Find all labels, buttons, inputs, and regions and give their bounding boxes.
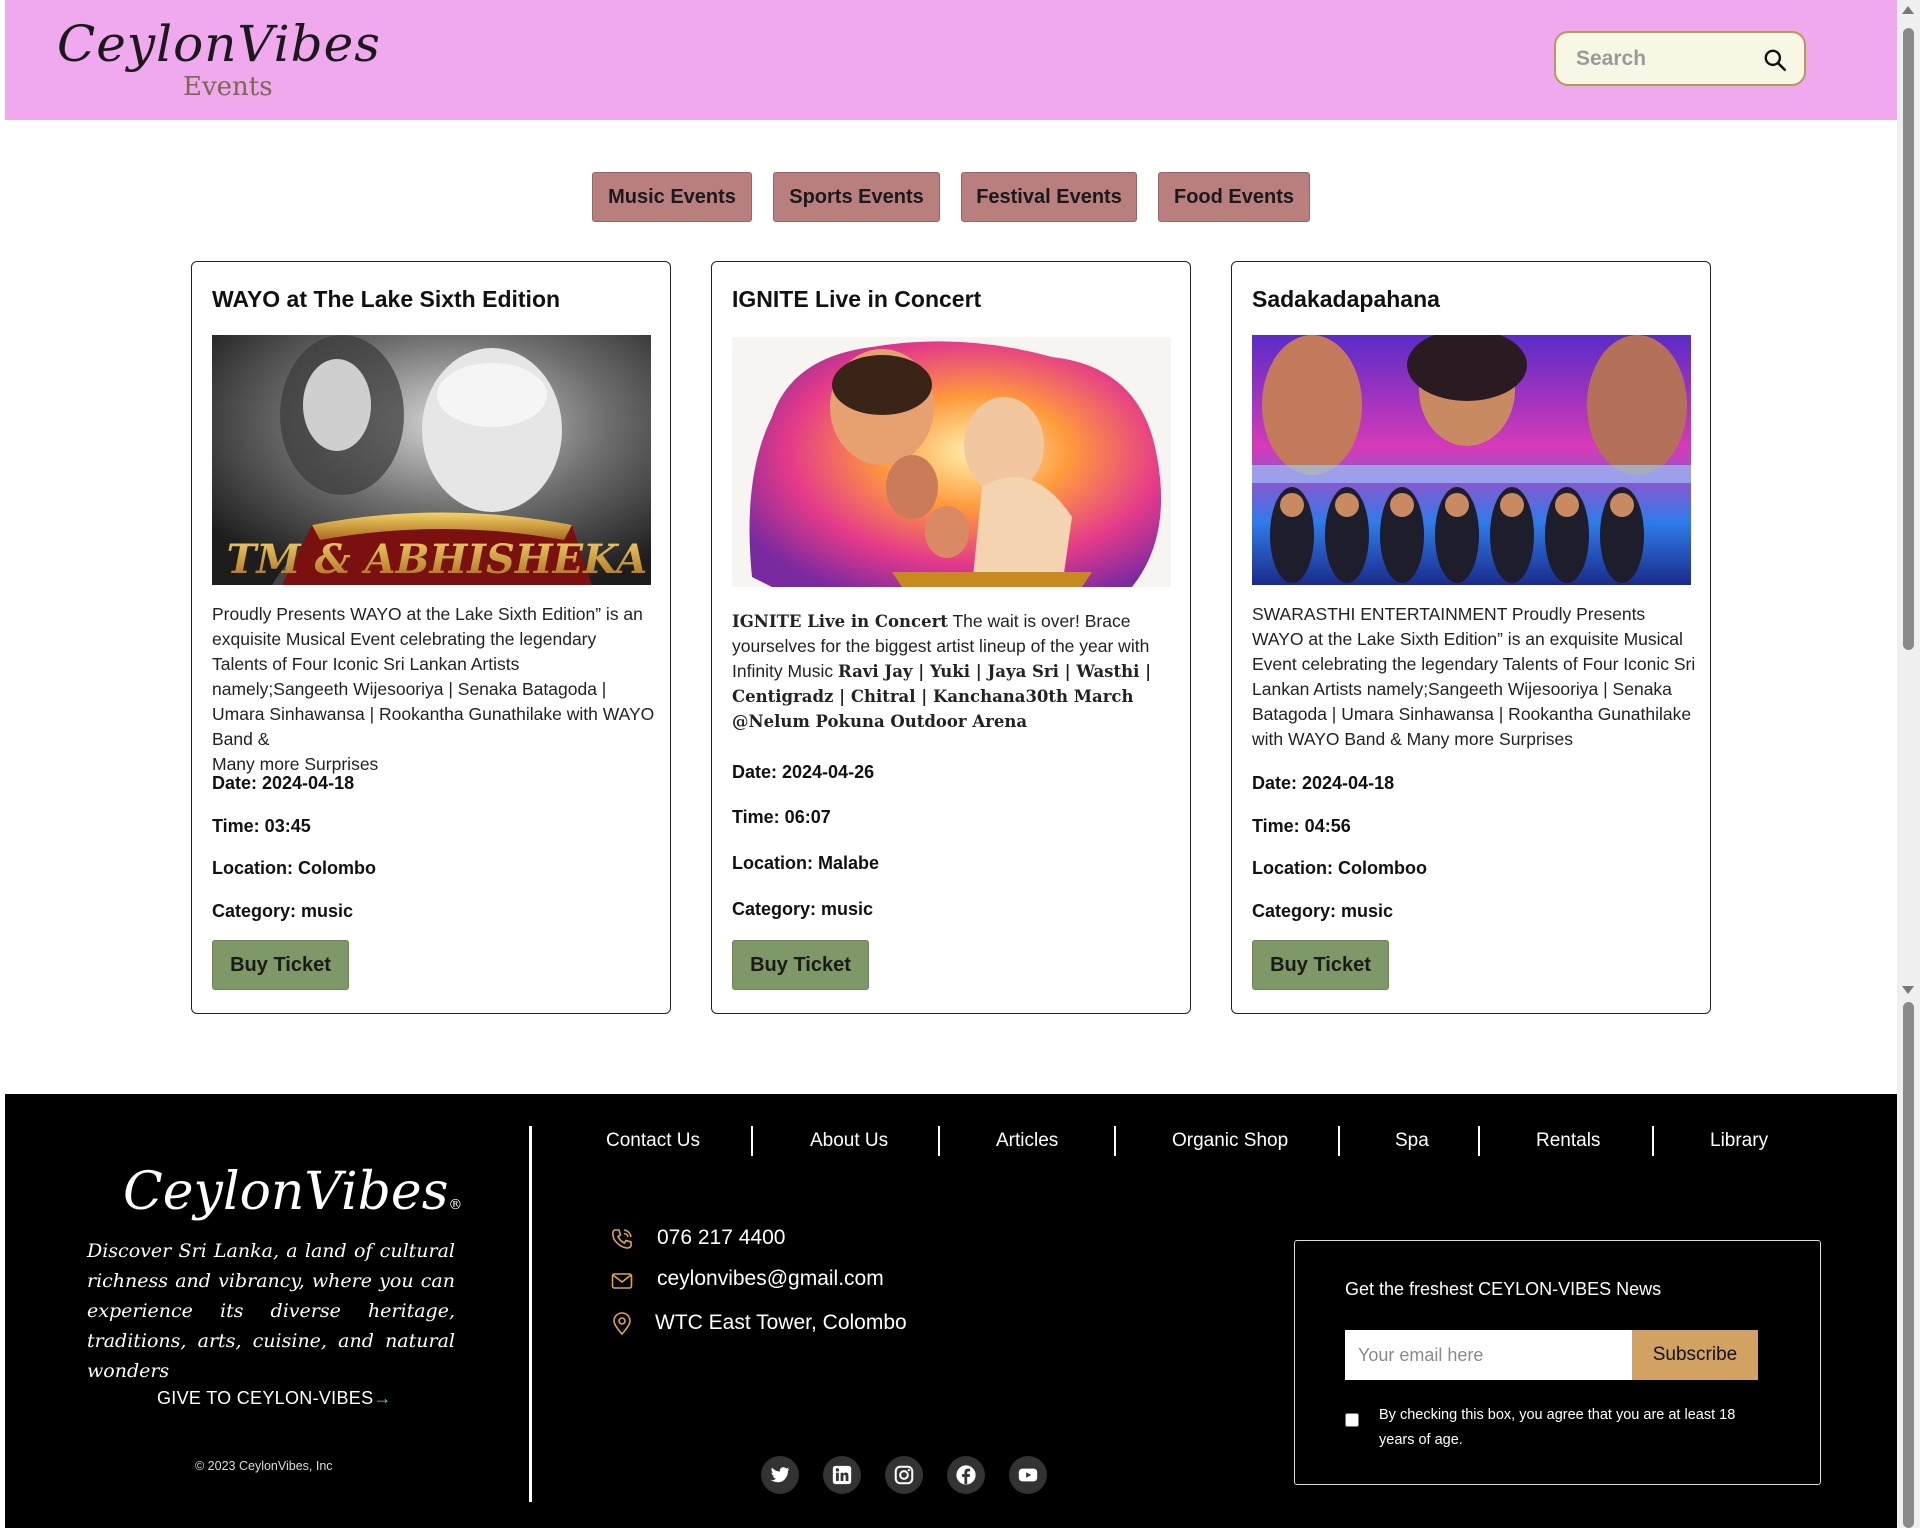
nav-separator <box>1114 1126 1116 1156</box>
event-category: Category: music <box>732 899 874 919</box>
twitter-icon[interactable] <box>761 1456 799 1494</box>
youtube-icon[interactable] <box>1009 1456 1047 1494</box>
event-card: Sadakadapahana SWARASTHI ENTERTAINMENT P… <box>1231 261 1711 1014</box>
event-description-text: Proudly Presents WAYO at the Lake Sixth … <box>212 604 655 749</box>
buy-ticket-button[interactable]: Buy Ticket <box>212 940 349 990</box>
event-card: WAYO at The Lake Sixth Edition TM & ABHI… <box>191 261 671 1014</box>
age-consent-label: By checking this box, you agree that you… <box>1379 1407 1736 1448</box>
event-description: IGNITE Live in Concert The wait is over!… <box>732 609 1176 734</box>
arrow-right-icon: → <box>373 1388 392 1408</box>
newsletter-email-input[interactable] <box>1345 1330 1632 1380</box>
event-poster-image <box>1252 335 1691 585</box>
brand-subtitle: Events <box>183 72 273 102</box>
mail-icon <box>611 1273 633 1289</box>
event-title: IGNITE Live in Concert <box>732 286 982 312</box>
nav-separator <box>1338 1126 1340 1156</box>
footer-nav-spa[interactable]: Spa <box>1395 1130 1429 1152</box>
subscribe-button[interactable]: Subscribe <box>1632 1330 1758 1380</box>
food-events-button[interactable]: Food Events <box>1158 172 1310 222</box>
event-date: Date: 2024-04-26 <box>732 762 875 782</box>
search-box <box>1554 31 1806 86</box>
footer-brand-name: CeylonVibes <box>123 1162 449 1222</box>
site-header: CeylonVibes Events <box>5 0 1897 120</box>
event-description: SWARASTHI ENTERTAINMENT Proudly Presents… <box>1252 604 1696 749</box>
footer-nav-articles[interactable]: Articles <box>996 1130 1058 1152</box>
brand-name: CeylonVibes <box>57 15 381 73</box>
facebook-icon[interactable] <box>947 1456 985 1494</box>
site-footer: CeylonVibes® Discover Sri Lanka, a land … <box>5 1094 1897 1528</box>
instagram-icon[interactable] <box>885 1456 923 1494</box>
contact-phone[interactable]: 076 217 4400 <box>657 1226 785 1250</box>
scroll-thumb-lower[interactable] <box>1903 1002 1914 1528</box>
location-pin-icon <box>613 1312 631 1336</box>
music-events-button[interactable]: Music Events <box>592 172 752 222</box>
footer-nav-rentals[interactable]: Rentals <box>1536 1130 1600 1152</box>
event-time: Time: 06:07 <box>732 807 831 827</box>
sports-events-button[interactable]: Sports Events <box>773 172 940 222</box>
footer-nav-library[interactable]: Library <box>1710 1130 1768 1152</box>
buy-ticket-button[interactable]: Buy Ticket <box>1252 940 1389 990</box>
brand-logo[interactable]: CeylonVibes Events <box>57 14 381 102</box>
contact-address: WTC East Tower, Colombo <box>655 1311 907 1334</box>
registered-mark: ® <box>448 1197 463 1213</box>
event-poster-image: TM & ABHISHEKA <box>212 335 651 585</box>
copyright: © 2023 CeylonVibes, Inc <box>195 1459 333 1473</box>
scroll-thumb[interactable] <box>1903 28 1914 650</box>
event-description: Proudly Presents WAYO at the Lake Sixth … <box>212 602 656 777</box>
event-card: IGNITE Live in Concert IGNITE Live in Co… <box>711 261 1191 1014</box>
footer-nav-organic-shop[interactable]: Organic Shop <box>1172 1130 1288 1152</box>
scroll-up-arrow-icon[interactable] <box>1902 6 1914 14</box>
footer-brand-logo[interactable]: CeylonVibes® <box>123 1162 462 1222</box>
give-link-label: GIVE TO CEYLON-VIBES <box>157 1388 374 1408</box>
nav-separator <box>1478 1126 1480 1156</box>
nav-separator <box>1652 1126 1654 1156</box>
nav-separator <box>938 1126 940 1156</box>
event-location: Location: Colomboo <box>1252 858 1427 878</box>
event-description-tail: Many more Surprises <box>212 754 379 774</box>
newsletter-title: Get the freshest CEYLON-VIBES News <box>1345 1279 1662 1299</box>
phone-icon <box>612 1229 632 1249</box>
event-description-lead-bold: IGNITE Live in Concert <box>732 612 948 631</box>
linkedin-icon[interactable] <box>823 1456 861 1494</box>
event-category: Category: music <box>212 901 354 921</box>
event-location: Location: Malabe <box>732 853 880 873</box>
event-date: Date: 2024-04-18 <box>1252 773 1395 793</box>
give-link[interactable]: GIVE TO CEYLON-VIBES→ <box>157 1388 392 1409</box>
buy-ticket-button[interactable]: Buy Ticket <box>732 940 869 990</box>
search-icon[interactable] <box>1762 47 1788 73</box>
footer-nav-contact[interactable]: Contact Us <box>606 1130 700 1152</box>
event-category: Category: music <box>1252 901 1394 921</box>
nav-separator <box>751 1126 753 1156</box>
event-poster-image <box>732 337 1171 587</box>
contact-email[interactable]: ceylonvibes@gmail.com <box>657 1267 884 1291</box>
event-location: Location: Colombo <box>212 858 376 878</box>
age-consent-checkbox[interactable] <box>1345 1413 1359 1427</box>
footer-nav-about[interactable]: About Us <box>810 1130 888 1152</box>
festival-events-button[interactable]: Festival Events <box>961 172 1137 222</box>
footer-tagline: Discover Sri Lanka, a land of cultural r… <box>87 1240 455 1382</box>
page-scrollbar[interactable] <box>1897 0 1920 1528</box>
event-date: Date: 2024-04-18 <box>212 773 355 793</box>
scroll-down-arrow-icon[interactable] <box>1902 986 1914 994</box>
search-input[interactable] <box>1576 45 1756 73</box>
event-title: WAYO at The Lake Sixth Edition <box>212 286 561 312</box>
footer-divider <box>529 1126 532 1502</box>
poster-caption: TM & ABHISHEKA <box>227 536 648 583</box>
newsletter-box: Get the freshest CEYLON-VIBES News Subsc… <box>1294 1240 1821 1485</box>
event-title: Sadakadapahana <box>1252 286 1440 312</box>
event-time: Time: 04:56 <box>1252 816 1351 836</box>
event-time: Time: 03:45 <box>212 816 311 836</box>
